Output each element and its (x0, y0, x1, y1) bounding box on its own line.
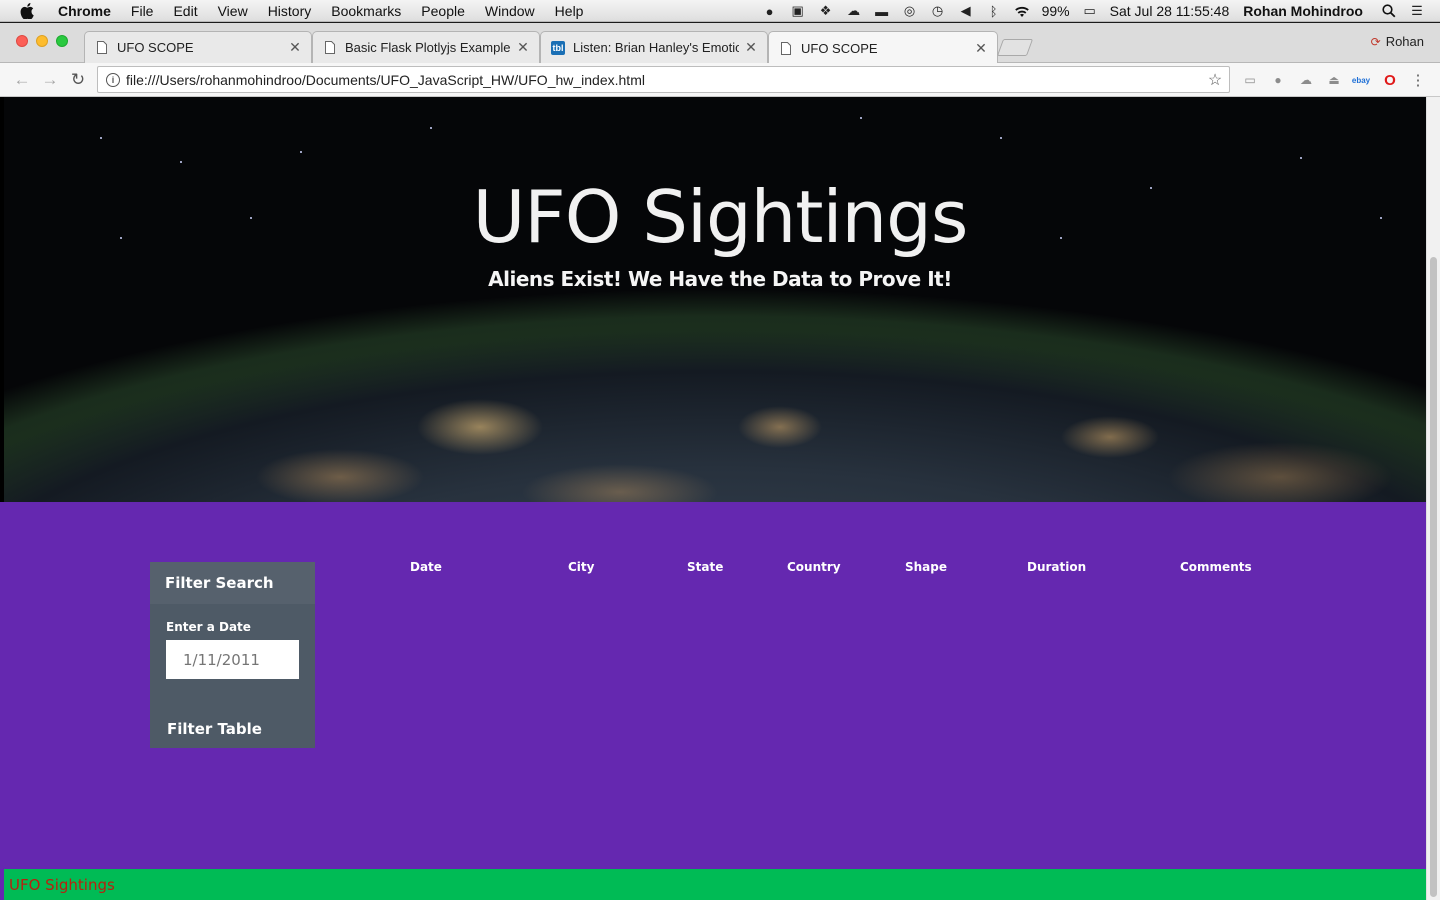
evernote-extension-icon[interactable]: ● (1269, 71, 1287, 89)
column-header-comments: Comments (1180, 560, 1252, 574)
menu-history[interactable]: History (258, 0, 322, 22)
menu-view[interactable]: View (208, 0, 258, 22)
column-header-date: Date (410, 560, 442, 574)
ebay-extension-icon[interactable]: ebay (1352, 71, 1370, 89)
volume-icon[interactable]: ◀ (957, 0, 975, 22)
profile-sync-icon: ⟳ (1370, 34, 1381, 49)
column-header-country: Country (787, 560, 841, 574)
dropbox-icon[interactable]: ❖ (817, 0, 835, 22)
tab-close-icon[interactable]: ✕ (287, 39, 303, 56)
sightings-table-header: Date City State Country Shape Duration C… (4, 560, 1436, 580)
google-drive-extension-icon[interactable]: ☁ (1297, 71, 1315, 89)
page-icon (323, 41, 337, 55)
new-tab-button[interactable] (996, 39, 1034, 56)
tab-listen-brian-hanley[interactable]: tbl Listen: Brian Hanley's Emotion ✕ (540, 31, 768, 63)
notification-center-icon[interactable]: ☰ (1408, 0, 1426, 22)
tbl-icon: tbl (551, 40, 565, 55)
tab-close-icon[interactable]: ✕ (743, 39, 759, 56)
reload-icon[interactable]: ↻ (68, 70, 88, 90)
window-close-button[interactable] (16, 35, 28, 47)
page-icon (95, 41, 109, 55)
back-arrow-icon[interactable]: ← (12, 70, 32, 90)
tab-ufo-scope-1[interactable]: UFO SCOPE ✕ (84, 31, 312, 63)
address-bar[interactable]: i file:///Users/rohanmohindroo/Documents… (97, 66, 1230, 93)
bookmark-star-icon[interactable]: ☆ (1205, 70, 1225, 90)
screen-record-icon[interactable]: ▣ (789, 0, 807, 22)
profile-button[interactable]: ⟳ Rohan (1371, 34, 1424, 49)
apple-icon[interactable] (18, 2, 36, 20)
opera-extension-icon[interactable]: O (1381, 71, 1399, 89)
tab-flask-plotly[interactable]: Basic Flask Plotlyjs Example ✕ (312, 31, 540, 63)
column-header-city: City (568, 560, 595, 574)
menu-people[interactable]: People (411, 0, 475, 22)
user-menu[interactable]: Rohan Mohindroo (1243, 3, 1363, 19)
date-input-label: Enter a Date (166, 620, 251, 634)
cast-icon[interactable]: ▭ (1241, 71, 1259, 89)
evernote-status-icon[interactable]: ● (761, 0, 779, 22)
tab-title: Listen: Brian Hanley's Emotion (573, 40, 739, 55)
hero-title: UFO Sightings (472, 175, 969, 259)
tab-ufo-scope-active[interactable]: UFO SCOPE ✕ (768, 31, 998, 64)
browser-tab-strip: UFO SCOPE ✕ Basic Flask Plotlyjs Example… (0, 23, 1440, 64)
tab-title: Basic Flask Plotlyjs Example (345, 40, 511, 55)
page-icon (779, 41, 793, 55)
info-icon[interactable]: i (106, 72, 120, 87)
menu-edit[interactable]: Edit (163, 0, 207, 22)
filter-panel: Filter Search Enter a Date Filter Table (150, 562, 315, 748)
wifi-icon[interactable] (1013, 0, 1031, 22)
profile-name: Rohan (1385, 34, 1424, 49)
chrome-menu-icon[interactable]: ⋮ (1409, 71, 1427, 89)
hero-banner: UFO Sightings Aliens Exist! We Have the … (0, 97, 1436, 502)
menu-bookmarks[interactable]: Bookmarks (321, 0, 411, 22)
web-page: UFO Sightings Aliens Exist! We Have the … (0, 97, 1440, 900)
tab-close-icon[interactable]: ✕ (515, 39, 531, 56)
bluetooth-icon[interactable]: ᛒ (985, 0, 1003, 22)
menu-app-chrome[interactable]: Chrome (50, 0, 121, 22)
creative-cloud-icon[interactable]: ◎ (901, 0, 919, 22)
spotlight-search-icon[interactable] (1380, 0, 1398, 22)
page-scrollbar[interactable] (1426, 97, 1440, 900)
forward-arrow-icon[interactable]: → (40, 70, 60, 90)
column-header-shape: Shape (905, 560, 948, 574)
browser-toolbar: ← → ↻ i file:///Users/rohanmohindroo/Doc… (0, 63, 1440, 97)
window-minimize-button[interactable] (36, 35, 48, 47)
column-header-state: State (687, 560, 724, 574)
tab-title: UFO SCOPE (801, 40, 878, 56)
battery-percent: 99% (1041, 3, 1070, 19)
battery-widget-icon[interactable]: ▬ (873, 0, 891, 22)
filter-table-button[interactable]: Filter Table (167, 720, 262, 738)
macos-menu-bar: Chrome File Edit View History Bookmarks … (0, 0, 1440, 22)
battery-icon[interactable]: ▭ (1081, 0, 1099, 22)
menu-help[interactable]: Help (545, 0, 594, 22)
date-input[interactable] (166, 640, 299, 679)
tab-close-icon[interactable]: ✕ (973, 40, 989, 56)
scrollbar-thumb[interactable] (1430, 257, 1437, 897)
tab-title: UFO SCOPE (117, 40, 194, 55)
clock[interactable]: Sat Jul 28 11:55:48 (1110, 3, 1230, 19)
time-machine-icon[interactable]: ◷ (929, 0, 947, 22)
download-extension-icon[interactable]: ⏏ (1325, 71, 1343, 89)
hero-subtitle: Aliens Exist! We Have the Data to Prove … (488, 267, 952, 291)
menu-window[interactable]: Window (475, 0, 545, 22)
cloud-upload-icon[interactable]: ☁ (845, 0, 863, 22)
url-text[interactable]: file:///Users/rohanmohindroo/Documents/U… (126, 72, 1205, 88)
window-maximize-button[interactable] (56, 35, 68, 47)
menu-file[interactable]: File (121, 0, 164, 22)
main-content: Filter Search Enter a Date Filter Table … (4, 502, 1436, 869)
page-footer: UFO Sightings (4, 869, 1426, 900)
column-header-duration: Duration (1027, 560, 1087, 574)
